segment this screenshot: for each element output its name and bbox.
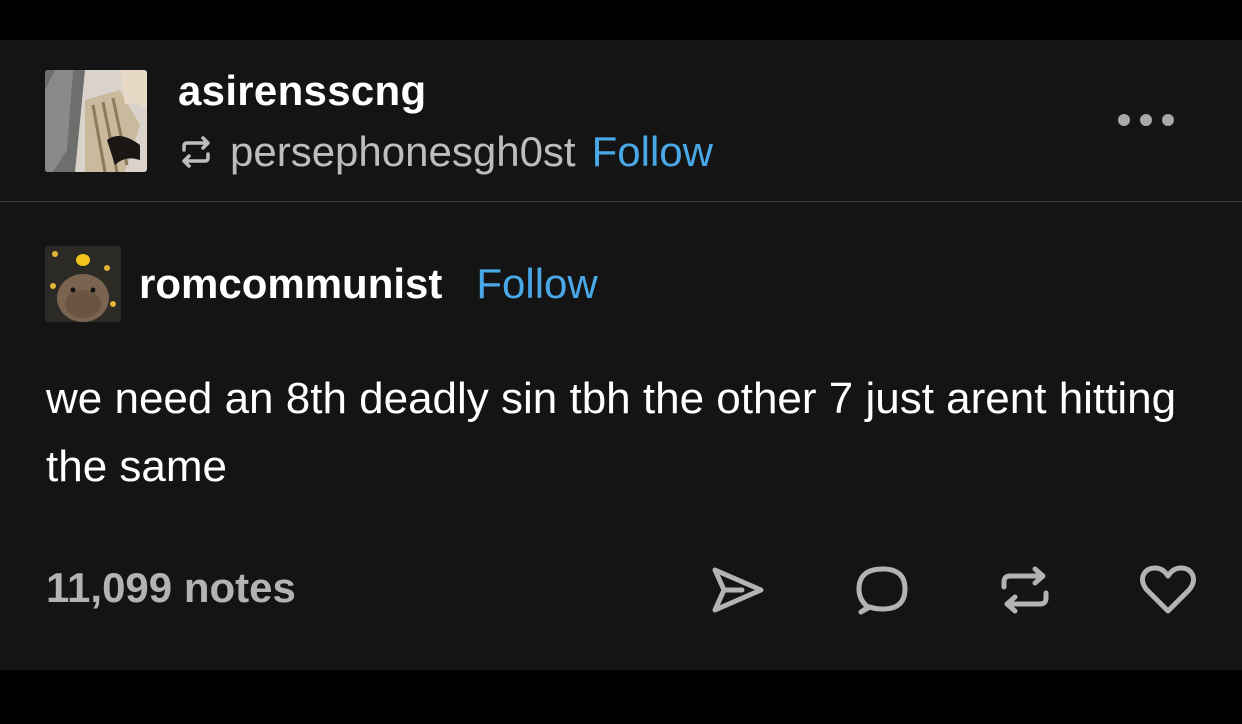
post-footer: 11,099 notes xyxy=(0,550,1242,630)
reblog-icon xyxy=(1001,566,1049,614)
share-button[interactable] xyxy=(708,560,768,620)
more-horizontal-icon xyxy=(1118,114,1174,126)
reblogger-name[interactable]: asirensscng xyxy=(178,66,426,116)
more-options-button[interactable] xyxy=(1116,110,1176,130)
post-card: asirensscng persephonesgh0st Follow romc… xyxy=(0,40,1242,670)
notes-count[interactable]: 11,099 notes xyxy=(46,564,296,612)
reblog-source-line: persephonesgh0st Follow xyxy=(178,124,713,180)
header-divider xyxy=(0,201,1242,202)
reblog-button[interactable] xyxy=(995,560,1055,620)
post-text: we need an 8th deadly sin tbh the other … xyxy=(46,374,1177,491)
screen: asirensscng persephonesgh0st Follow romc… xyxy=(0,0,1242,724)
author-name[interactable]: romcommunist xyxy=(139,260,442,308)
share-icon xyxy=(712,567,764,613)
heart-icon xyxy=(1140,565,1196,614)
original-author-row: romcommunist Follow xyxy=(45,246,598,322)
follow-reblog-source-button[interactable]: Follow xyxy=(592,131,713,173)
follow-author-button[interactable]: Follow xyxy=(476,260,597,308)
reblog-icon xyxy=(178,134,214,170)
reply-icon xyxy=(856,566,908,615)
like-button[interactable] xyxy=(1138,560,1198,620)
reblogger-avatar[interactable] xyxy=(45,70,147,172)
reblog-source-name[interactable]: persephonesgh0st xyxy=(230,131,576,173)
post-header: asirensscng persephonesgh0st Follow xyxy=(0,40,1242,201)
reply-button[interactable] xyxy=(852,560,912,620)
author-avatar[interactable] xyxy=(45,246,121,322)
